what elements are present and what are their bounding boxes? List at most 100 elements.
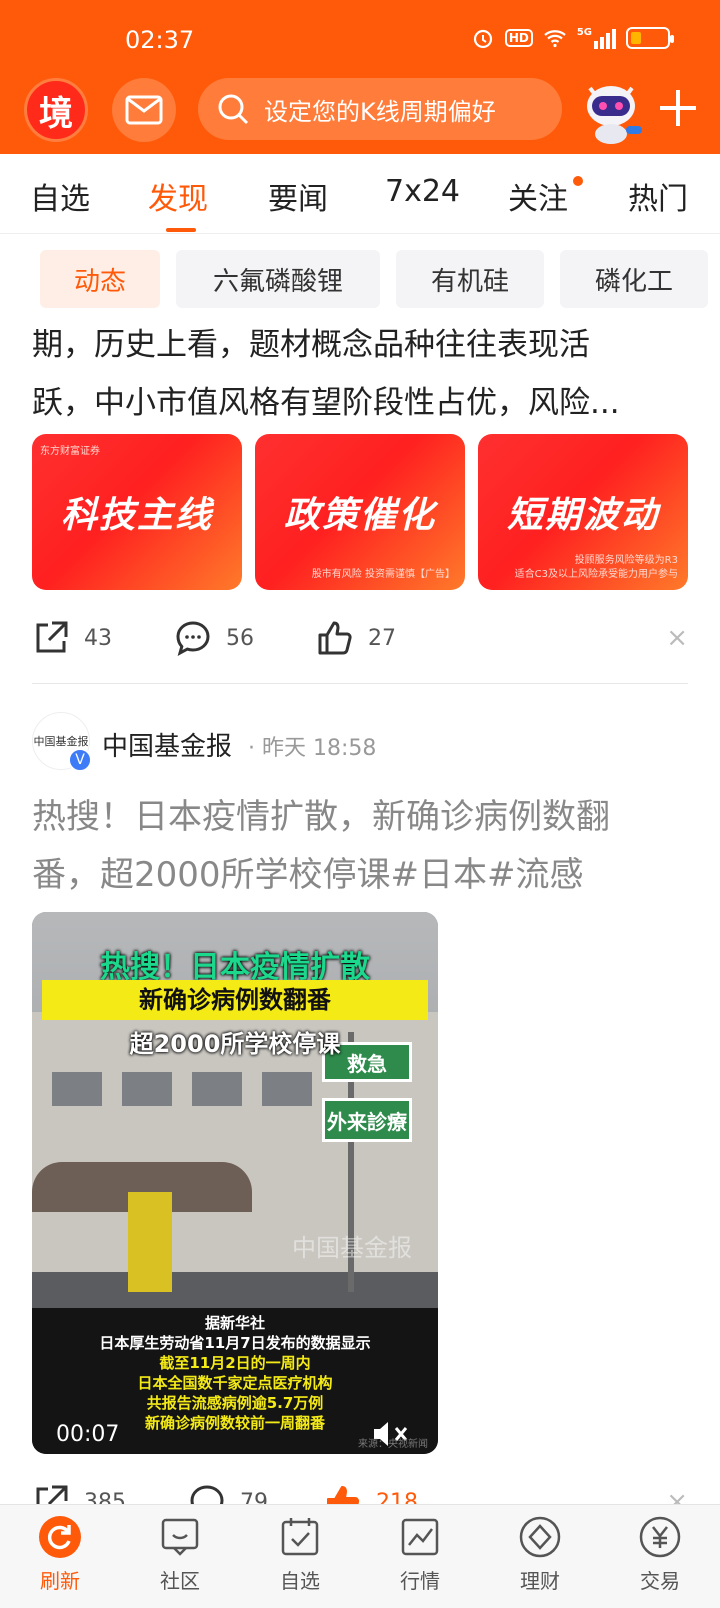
status-icons: HD 5G: [471, 26, 674, 50]
signal-bar: [612, 29, 616, 49]
nav-watchlist[interactable]: 自选: [250, 1515, 350, 1594]
wifi-icon: [544, 30, 566, 48]
post-text-line: 热搜！日本疫情扩散，新确诊病例数翻: [32, 797, 610, 837]
video-source: 来源：央视新闻: [358, 1439, 428, 1450]
alarm-icon: [473, 29, 492, 49]
verified-badge-icon: V: [68, 748, 92, 772]
post-time: · 昨天 18:58: [248, 736, 377, 761]
signal-bar: [600, 37, 604, 49]
share-icon: [36, 621, 68, 653]
tab-discover[interactable]: 发现: [148, 174, 208, 218]
like-count: 27: [368, 625, 396, 651]
banner-brand: 东方财富证券: [40, 446, 100, 457]
post-text[interactable]: 期，历史上看，题材概念品种往往表现活 跃，中小市值风格有望阶段性占优，风险...: [32, 316, 692, 432]
post-text-line: 期，历史上看，题材概念品种往往表现活: [32, 327, 590, 363]
chip-dynamic[interactable]: 动态: [40, 250, 160, 308]
nav-label: 理财: [520, 1569, 560, 1593]
nav-market[interactable]: 行情: [370, 1515, 470, 1594]
nav-refresh[interactable]: 刷新: [10, 1515, 110, 1594]
video-timestamp: 00:07: [56, 1422, 120, 1447]
top-header: 02:37 HD 5G 境 设定您的K线周期偏好: [0, 0, 720, 154]
wealth-diamond-icon: [519, 1516, 561, 1558]
thumbs-up-icon: [318, 621, 352, 655]
network-label: 5G: [576, 27, 592, 38]
ad-banner[interactable]: 短期波动 投顾服务风险等级为R3 适合C3及以上风险承受能力用户参与: [478, 434, 688, 590]
video-subtitle: 超2000所学校停课: [129, 1030, 341, 1058]
caption-line: 共报告流感病例逾5.7万例: [146, 1394, 324, 1412]
nav-trade[interactable]: 交易: [610, 1515, 710, 1594]
chip-topic[interactable]: 有机硅: [396, 250, 544, 308]
tab-following[interactable]: 关注: [508, 174, 568, 218]
post-text[interactable]: 热搜！日本疫情扩散，新确诊病例数翻 番，超2000所学校停课#日本#流感: [32, 788, 692, 904]
video-window: [262, 1072, 312, 1106]
tab-hot[interactable]: 热门: [628, 174, 688, 218]
share-button[interactable]: 43: [32, 619, 112, 657]
chip-topic[interactable]: 六氟磷酸锂: [176, 250, 380, 308]
status-bar: 02:37 HD 5G: [0, 0, 720, 80]
banner-disclaimer: 投顾服务风险等级为R3 适合C3及以上风险承受能力用户参与: [514, 555, 678, 580]
refresh-icon: [39, 1516, 81, 1558]
signal-icon: 5G: [577, 27, 616, 49]
nav-label: 行情: [400, 1569, 440, 1593]
search-icon: [218, 94, 249, 125]
tab-news[interactable]: 要闻: [268, 174, 328, 218]
search-placeholder: 设定您的K线周期偏好: [264, 97, 496, 126]
banner-title: 短期波动: [506, 495, 659, 536]
signal-bar: [594, 41, 598, 49]
nav-label: 交易: [640, 1569, 680, 1593]
banner-title: 科技主线: [60, 495, 213, 536]
ad-banner[interactable]: 政策催化 股市有风险 投资需谨慎【广告】: [255, 434, 465, 590]
status-time: 02:37: [125, 26, 195, 54]
like-button[interactable]: 27: [316, 619, 396, 657]
author-name[interactable]: 中国基金报: [102, 726, 232, 763]
post-divider: [32, 683, 688, 684]
caption-line: 截至11月2日的一周内: [159, 1354, 311, 1372]
avatar-text: 中国基金报: [33, 735, 89, 748]
post-actions: 43 56 27 ×: [32, 618, 692, 658]
nav-label: 刷新: [40, 1569, 80, 1593]
plus-icon[interactable]: [656, 86, 700, 130]
nav-label: 自选: [280, 1569, 320, 1593]
comment-icon: [176, 621, 210, 656]
video-window: [192, 1072, 242, 1106]
post-text-line: 跃，中小市值风格有望阶段性占优，风险...: [32, 385, 620, 421]
video-sign: 外来診療: [322, 1098, 412, 1142]
mail-icon: [125, 95, 163, 125]
topic-chips: 动态 六氟磷酸锂 有机硅 磷化工: [0, 250, 720, 312]
caption-line: 据新华社: [204, 1314, 265, 1332]
ad-banner[interactable]: 东方财富证券 科技主线: [32, 434, 242, 590]
comment-button[interactable]: 56: [174, 619, 254, 657]
post-text-line: 番，超2000所学校停课#日本#流感: [32, 855, 584, 895]
caption-line: 日本厚生劳动省11月7日发布的数据显示: [99, 1334, 371, 1352]
video-booth: [128, 1192, 172, 1292]
bottom-nav: 刷新 社区 自选 行情 理财 交易: [0, 1504, 720, 1608]
tab-active-indicator: [166, 228, 196, 232]
market-chart-icon: [401, 1518, 439, 1556]
banner-title: 政策催化: [283, 495, 436, 536]
yuan-icon: [639, 1516, 681, 1558]
video-watermark: 中国基金报: [292, 1234, 412, 1262]
signal-bar: [606, 33, 610, 49]
robot-mascot-icon[interactable]: [576, 76, 646, 146]
video-window: [52, 1072, 102, 1106]
community-icon: [161, 1518, 199, 1556]
notification-dot: [573, 176, 583, 186]
dismiss-icon[interactable]: ×: [666, 623, 688, 653]
tab-watchlist[interactable]: 自选: [30, 174, 90, 218]
main-tabs: 自选 发现 要闻 7x24 关注 热门: [0, 154, 720, 234]
tab-7x24[interactable]: 7x24: [385, 174, 460, 209]
caption-line: 日本全国数千家定点医疗机构: [137, 1374, 333, 1392]
mail-button[interactable]: [112, 78, 176, 142]
nav-community[interactable]: 社区: [130, 1515, 230, 1594]
search-bar[interactable]: 设定您的K线周期偏好: [198, 78, 562, 140]
app-logo[interactable]: 境: [24, 78, 88, 142]
video-window: [122, 1072, 172, 1106]
logo-char: 境: [39, 93, 73, 134]
banner-disclaimer: 股市有风险 投资需谨慎【广告】: [311, 569, 455, 580]
hd-icon: HD: [504, 29, 533, 47]
chip-topic[interactable]: 磷化工: [560, 250, 708, 308]
video-player[interactable]: 救急 外来診療 中国基金报 热搜！日本疫情扩散 新确诊病例数翻番 超2000所学…: [32, 912, 438, 1454]
nav-wealth[interactable]: 理财: [490, 1515, 590, 1594]
battery-icon: [626, 27, 674, 49]
nav-label: 社区: [160, 1569, 200, 1593]
